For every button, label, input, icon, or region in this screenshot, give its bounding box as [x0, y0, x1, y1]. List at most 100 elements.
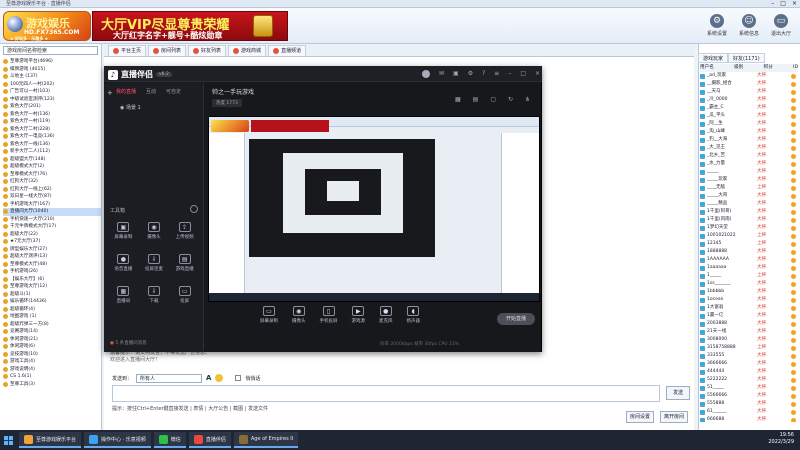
user-row[interactable]: 2003888 大将	[700, 320, 798, 328]
user-row[interactable]: 1001021022 上将	[700, 232, 798, 240]
tab-friends[interactable]: 好友列表	[188, 45, 227, 56]
room-tree-item[interactable]: 至尊游戏平台(4696)	[3, 58, 101, 66]
user-row[interactable]: 1赢一亿 大将	[700, 312, 798, 320]
avatar-icon[interactable]	[422, 70, 430, 78]
room-tree-item[interactable]: 超级循环(4)	[3, 306, 101, 314]
font-icon[interactable]: A	[206, 374, 211, 382]
room-tree-item[interactable]: 紫色大厅一线(136)	[3, 141, 101, 149]
tool-download[interactable]: ⇩ 投屏连麦	[139, 254, 170, 272]
room-tree-item[interactable]: 超级炸弹三一方(8)	[3, 321, 101, 329]
user-row[interactable]: 1888888 大将	[700, 248, 798, 256]
user-row[interactable]: 3008000 大将	[700, 336, 798, 344]
user-row[interactable]: _ad_玩家 大将	[700, 72, 798, 80]
user-row[interactable]: __摄影_组合 大将	[700, 80, 798, 88]
minimize-icon[interactable]: –	[508, 70, 511, 78]
room-tree[interactable]: 至尊游戏平台(4696) 棋牌游戏 (4015) 斗地主 (137) 100元四人…	[3, 58, 101, 423]
eye-icon[interactable]: ◉	[120, 105, 124, 111]
user-row[interactable]: 61______ 大将	[700, 408, 798, 416]
crop-icon[interactable]: ▢	[490, 96, 496, 103]
chat-input[interactable]	[112, 385, 660, 402]
user-row[interactable]: 1ss_______ 大将	[700, 280, 798, 288]
user-row[interactable]: _冷_0000 大将	[700, 96, 798, 104]
room-tree-item[interactable]: 竞赛游戏(14)	[3, 328, 101, 336]
room-tree-item[interactable]: 新手大厅二人(112)	[3, 148, 101, 156]
user-row[interactable]: _瓜_平头 大将	[700, 112, 798, 120]
user-row[interactable]: 1bbbbb 大将	[700, 288, 798, 296]
refresh-icon[interactable]: ↻	[508, 96, 513, 103]
room-tree-item[interactable]: 地图游戏 (1)	[3, 313, 101, 321]
taskbar-item[interactable]: 微信	[153, 432, 186, 448]
room-tree-item[interactable]: 【娱乐大厅】(6)	[3, 276, 101, 284]
maximize-icon[interactable]: □	[520, 70, 526, 78]
user-row[interactable]: 51_____ 大将	[700, 384, 798, 392]
tool-arrow-down[interactable]: ⇩ 下载	[139, 286, 170, 304]
room-tree-item[interactable]: 游戏工具(4)	[3, 358, 101, 366]
share-icon[interactable]: ⋔	[525, 96, 530, 103]
live-preview[interactable]	[208, 116, 540, 302]
control-speaker[interactable]: ◖ 扬声器	[407, 306, 420, 324]
user-list-column-header[interactable]: ID	[793, 64, 798, 72]
room-tree-item[interactable]: 竞技游戏(10)	[3, 351, 101, 359]
room-tree-item[interactable]: 直播间大厅(1040)	[3, 208, 101, 216]
help-icon[interactable]: ?	[482, 70, 485, 78]
live-sidebar-tab[interactable]: 我的直播	[116, 88, 136, 95]
room-tree-item[interactable]: 休闲游戏(21)	[3, 336, 101, 344]
start-live-button[interactable]: 开始直播	[497, 313, 535, 325]
tab-list[interactable]: 房间列表	[148, 45, 187, 56]
user-row[interactable]: 1AAAAAA 大将	[700, 256, 798, 264]
user-list[interactable]: _ad_玩家 大将 __摄影_组合 大将 __天马 大将 _冷_0000 大将 _霸主_C 大将 _…	[700, 72, 798, 422]
room-tree-item[interactable]: 红狗大厅一线上(62)	[3, 186, 101, 194]
lock-icon[interactable]: ▤	[473, 96, 479, 103]
user-row[interactable]: 1千里(阿哥) 大将	[700, 208, 798, 216]
user-row[interactable]: ____无敌 上将	[700, 184, 798, 192]
room-tree-item[interactable]: 千元牛牌模式大厅(17)	[3, 223, 101, 231]
user-row[interactable]: 1梦幻天堂 大将	[700, 224, 798, 232]
user-row[interactable]: _____精品 大将	[700, 200, 798, 208]
room-tree-item[interactable]: ★7元大厅(37)	[3, 238, 101, 246]
user-row[interactable]: _霸主_C 大将	[700, 104, 798, 112]
tab-home[interactable]: 平台主页	[108, 45, 147, 56]
user-row[interactable]: 1_____ 上将	[700, 272, 798, 280]
windows-start-icon[interactable]	[0, 430, 16, 450]
topbar-gear-button[interactable]: ⚙ 系统设置	[706, 14, 728, 37]
room-tree-item[interactable]: 红狗大厅(32)	[3, 178, 101, 186]
user-row[interactable]: _____ 大将	[700, 168, 798, 176]
tab-video[interactable]: 直播频道	[268, 45, 307, 56]
user-row[interactable]: _____玩家 大将	[700, 176, 798, 184]
user-row[interactable]: _北乡_苦 大将	[700, 152, 798, 160]
control-mic[interactable]: ● 麦克风	[379, 306, 393, 324]
user-row[interactable]: 3158758888 上将	[700, 344, 798, 352]
user-tab[interactable]: 好友(1171)	[728, 53, 765, 63]
send-to-select[interactable]: 所有人	[136, 373, 203, 383]
room-settings-button[interactable]: 房间设置	[626, 411, 654, 423]
user-row[interactable]: 1千里(风雨) 大将	[700, 216, 798, 224]
user-row[interactable]: 1aaaaaa 大将	[700, 264, 798, 272]
user-row[interactable]: __天马 大将	[700, 88, 798, 96]
room-tree-item[interactable]: 至尊游戏大厅(12)	[3, 283, 101, 291]
room-tree-item[interactable]: 手机游戏大厅(167)	[3, 201, 101, 209]
live-sidebar-tab[interactable]: 可自定	[166, 88, 181, 95]
room-tree-item[interactable]: 紫色大厅一村(136)	[3, 111, 101, 119]
user-row[interactable]: 555888 大将	[700, 400, 798, 408]
user-row[interactable]: _大_见王 大将	[700, 144, 798, 152]
room-tree-item[interactable]: 紫色大厅一村(119)	[3, 118, 101, 126]
settings-icon[interactable]: ⚙	[468, 70, 473, 78]
mail-icon[interactable]: ✉	[439, 70, 444, 78]
emoji-icon[interactable]	[215, 374, 224, 382]
tool-upload[interactable]: ⇪ 上传视频	[169, 222, 200, 240]
user-row[interactable]: 5222222 大将	[700, 376, 798, 384]
tool-screen-record[interactable]: ▣ 屏幕录制	[108, 222, 139, 240]
topbar-monitor-button[interactable]: ▭ 退出大厅	[770, 14, 792, 37]
room-tree-item[interactable]: 至尊模式大厅(76)	[3, 171, 101, 179]
room-tree-item[interactable]: 至尊工具(3)	[3, 381, 101, 389]
taskbar-item[interactable]: 直播伴侣	[188, 432, 231, 448]
room-tree-item[interactable]: 100元四人一村(202)	[3, 81, 101, 89]
room-tree-item[interactable]: 手机游戏(26)	[3, 268, 101, 276]
menu-icon[interactable]: ≡	[494, 70, 499, 78]
user-row[interactable]: 444444 大将	[700, 368, 798, 376]
room-tree-item[interactable]: 休闲游戏(6)	[3, 343, 101, 351]
room-tree-item[interactable]: 紫色大厅一电竞(136)	[3, 133, 101, 141]
user-list-column-header[interactable]: 级别	[734, 64, 743, 72]
tool-grid[interactable]: ▦ 直播间	[108, 286, 139, 304]
minimize-icon[interactable]: –	[771, 0, 774, 8]
